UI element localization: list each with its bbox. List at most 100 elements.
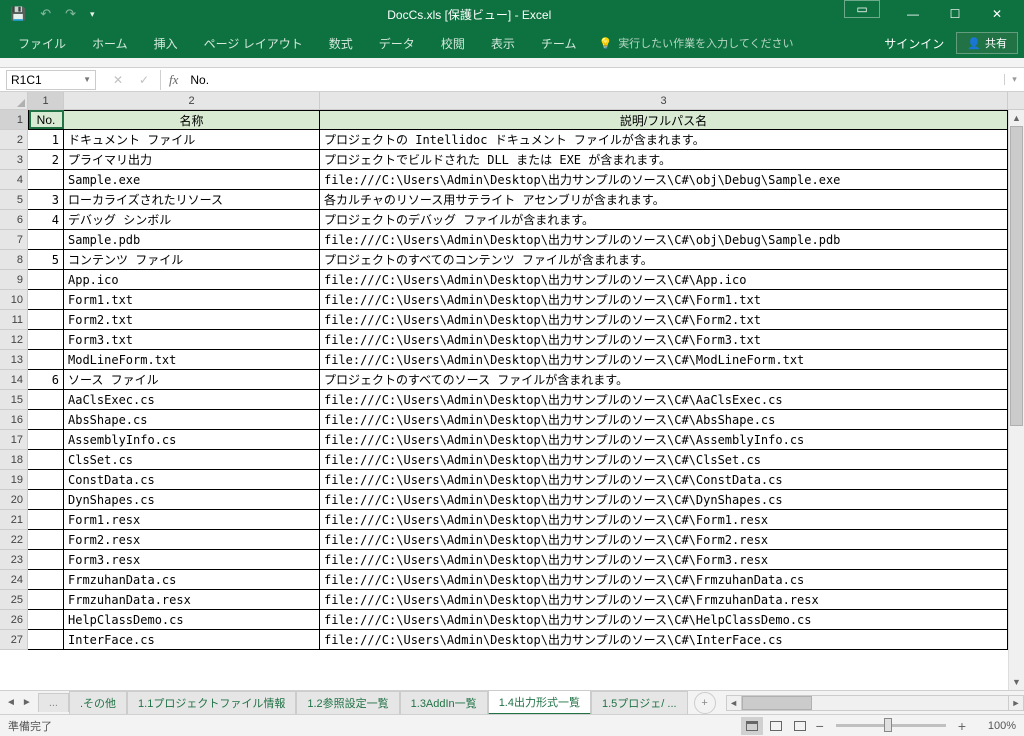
name-box-dropdown-icon[interactable]: ▼ bbox=[83, 75, 91, 84]
cell[interactable]: プロジェクトのデバッグ ファイルが含まれます。 bbox=[320, 210, 1008, 230]
sheet-tab-more[interactable]: ... bbox=[38, 693, 69, 712]
cell[interactable]: file:///C:\Users\Admin\Desktop\出力サンプルのソー… bbox=[320, 430, 1008, 450]
cell[interactable]: 6 bbox=[28, 370, 64, 390]
cell[interactable]: 各カルチャのリソース用サテライト アセンブリが含まれます。 bbox=[320, 190, 1008, 210]
tab-data[interactable]: データ bbox=[367, 29, 427, 58]
sheet-tab-14[interactable]: 1.4出力形式一覧 bbox=[488, 690, 591, 715]
cell[interactable]: file:///C:\Users\Admin\Desktop\出力サンプルのソー… bbox=[320, 410, 1008, 430]
cell[interactable] bbox=[28, 490, 64, 510]
cell[interactable]: Sample.pdb bbox=[64, 230, 320, 250]
column-header-3[interactable]: 3 bbox=[320, 92, 1008, 109]
cell[interactable]: file:///C:\Users\Admin\Desktop\出力サンプルのソー… bbox=[320, 230, 1008, 250]
row-header[interactable]: 4 bbox=[0, 170, 28, 190]
row-header[interactable]: 2 bbox=[0, 130, 28, 150]
cell[interactable]: DynShapes.cs bbox=[64, 490, 320, 510]
cell[interactable] bbox=[28, 410, 64, 430]
sheet-nav-prev-icon[interactable]: ◄ bbox=[6, 697, 16, 708]
close-icon[interactable]: ✕ bbox=[976, 0, 1018, 28]
cell[interactable] bbox=[28, 590, 64, 610]
row-header[interactable]: 15 bbox=[0, 390, 28, 410]
tab-insert[interactable]: 挿入 bbox=[142, 29, 190, 58]
cell[interactable]: file:///C:\Users\Admin\Desktop\出力サンプルのソー… bbox=[320, 450, 1008, 470]
row-header[interactable]: 9 bbox=[0, 270, 28, 290]
row-header[interactable]: 25 bbox=[0, 590, 28, 610]
row-header[interactable]: 14 bbox=[0, 370, 28, 390]
cell[interactable]: Form3.txt bbox=[64, 330, 320, 350]
cell[interactable]: Form1.txt bbox=[64, 290, 320, 310]
column-header-2[interactable]: 2 bbox=[64, 92, 320, 109]
scroll-right-icon[interactable]: ► bbox=[1008, 695, 1024, 711]
cell[interactable]: ClsSet.cs bbox=[64, 450, 320, 470]
ribbon-display-options-icon[interactable]: ▭ bbox=[844, 0, 880, 18]
maximize-icon[interactable]: ☐ bbox=[934, 0, 976, 28]
cell[interactable]: file:///C:\Users\Admin\Desktop\出力サンプルのソー… bbox=[320, 170, 1008, 190]
tab-review[interactable]: 校閲 bbox=[429, 29, 477, 58]
cell[interactable]: Form3.resx bbox=[64, 550, 320, 570]
row-header[interactable]: 20 bbox=[0, 490, 28, 510]
normal-view-button[interactable] bbox=[741, 717, 763, 735]
cell[interactable] bbox=[28, 310, 64, 330]
zoom-level[interactable]: 100% bbox=[976, 720, 1016, 732]
formula-content[interactable]: No. bbox=[186, 73, 1004, 87]
cell[interactable] bbox=[28, 470, 64, 490]
scroll-left-icon[interactable]: ◄ bbox=[726, 695, 742, 711]
save-icon[interactable]: 💾 bbox=[10, 6, 26, 22]
row-header[interactable]: 23 bbox=[0, 550, 28, 570]
cell[interactable] bbox=[28, 570, 64, 590]
page-break-view-button[interactable] bbox=[789, 717, 811, 735]
row-header[interactable]: 24 bbox=[0, 570, 28, 590]
cell[interactable]: Sample.exe bbox=[64, 170, 320, 190]
column-header-1[interactable]: 1 bbox=[28, 92, 64, 109]
cell[interactable]: ConstData.cs bbox=[64, 470, 320, 490]
row-header[interactable]: 11 bbox=[0, 310, 28, 330]
cell[interactable]: InterFace.cs bbox=[64, 630, 320, 650]
cell[interactable] bbox=[28, 430, 64, 450]
cell[interactable]: プロジェクトのすべてのソース ファイルが含まれます。 bbox=[320, 370, 1008, 390]
cell[interactable]: AssemblyInfo.cs bbox=[64, 430, 320, 450]
cell[interactable]: HelpClassDemo.cs bbox=[64, 610, 320, 630]
cell[interactable] bbox=[28, 270, 64, 290]
zoom-in-button[interactable]: + bbox=[954, 718, 970, 734]
undo-icon[interactable]: ↶ bbox=[40, 6, 51, 22]
cell[interactable]: ソース ファイル bbox=[64, 370, 320, 390]
cell[interactable] bbox=[28, 530, 64, 550]
tab-file[interactable]: ファイル bbox=[6, 29, 78, 58]
row-header[interactable]: 13 bbox=[0, 350, 28, 370]
row-header[interactable]: 22 bbox=[0, 530, 28, 550]
signin-link[interactable]: サインイン bbox=[874, 35, 954, 52]
row-header[interactable]: 3 bbox=[0, 150, 28, 170]
name-box[interactable]: R1C1 ▼ bbox=[6, 70, 96, 90]
cell[interactable]: Form2.resx bbox=[64, 530, 320, 550]
row-header[interactable]: 10 bbox=[0, 290, 28, 310]
new-sheet-icon[interactable]: + bbox=[694, 692, 716, 714]
cell[interactable]: AbsShape.cs bbox=[64, 410, 320, 430]
cell[interactable] bbox=[28, 170, 64, 190]
row-header[interactable]: 8 bbox=[0, 250, 28, 270]
horizontal-scrollbar[interactable]: ◄ ► bbox=[726, 695, 1024, 711]
cell[interactable]: file:///C:\Users\Admin\Desktop\出力サンプルのソー… bbox=[320, 290, 1008, 310]
cell[interactable]: プロジェクトのすべてのコンテンツ ファイルが含まれます。 bbox=[320, 250, 1008, 270]
cell[interactable]: コンテンツ ファイル bbox=[64, 250, 320, 270]
cell[interactable]: App.ico bbox=[64, 270, 320, 290]
zoom-out-button[interactable]: − bbox=[812, 718, 828, 734]
sheet-tab-13[interactable]: 1.3AddIn一覧 bbox=[400, 691, 488, 714]
cell[interactable]: file:///C:\Users\Admin\Desktop\出力サンプルのソー… bbox=[320, 550, 1008, 570]
cell[interactable] bbox=[28, 630, 64, 650]
sheet-tab-15[interactable]: 1.5プロジェ/ ... bbox=[591, 691, 688, 714]
tab-pagelayout[interactable]: ページ レイアウト bbox=[192, 29, 315, 58]
cell[interactable]: file:///C:\Users\Admin\Desktop\出力サンプルのソー… bbox=[320, 570, 1008, 590]
row-header[interactable]: 17 bbox=[0, 430, 28, 450]
cell[interactable]: 名称 bbox=[64, 110, 320, 130]
cell[interactable] bbox=[28, 450, 64, 470]
cell[interactable]: file:///C:\Users\Admin\Desktop\出力サンプルのソー… bbox=[320, 530, 1008, 550]
cell[interactable]: file:///C:\Users\Admin\Desktop\出力サンプルのソー… bbox=[320, 470, 1008, 490]
row-header[interactable]: 27 bbox=[0, 630, 28, 650]
cancel-formula-icon[interactable]: ✕ bbox=[110, 73, 126, 87]
cell[interactable]: プライマリ出力 bbox=[64, 150, 320, 170]
cell[interactable]: file:///C:\Users\Admin\Desktop\出力サンプルのソー… bbox=[320, 590, 1008, 610]
tab-formulas[interactable]: 数式 bbox=[317, 29, 365, 58]
row-header[interactable]: 6 bbox=[0, 210, 28, 230]
share-button[interactable]: 👤 共有 bbox=[956, 32, 1018, 54]
cell[interactable]: file:///C:\Users\Admin\Desktop\出力サンプルのソー… bbox=[320, 390, 1008, 410]
cell[interactable]: file:///C:\Users\Admin\Desktop\出力サンプルのソー… bbox=[320, 490, 1008, 510]
